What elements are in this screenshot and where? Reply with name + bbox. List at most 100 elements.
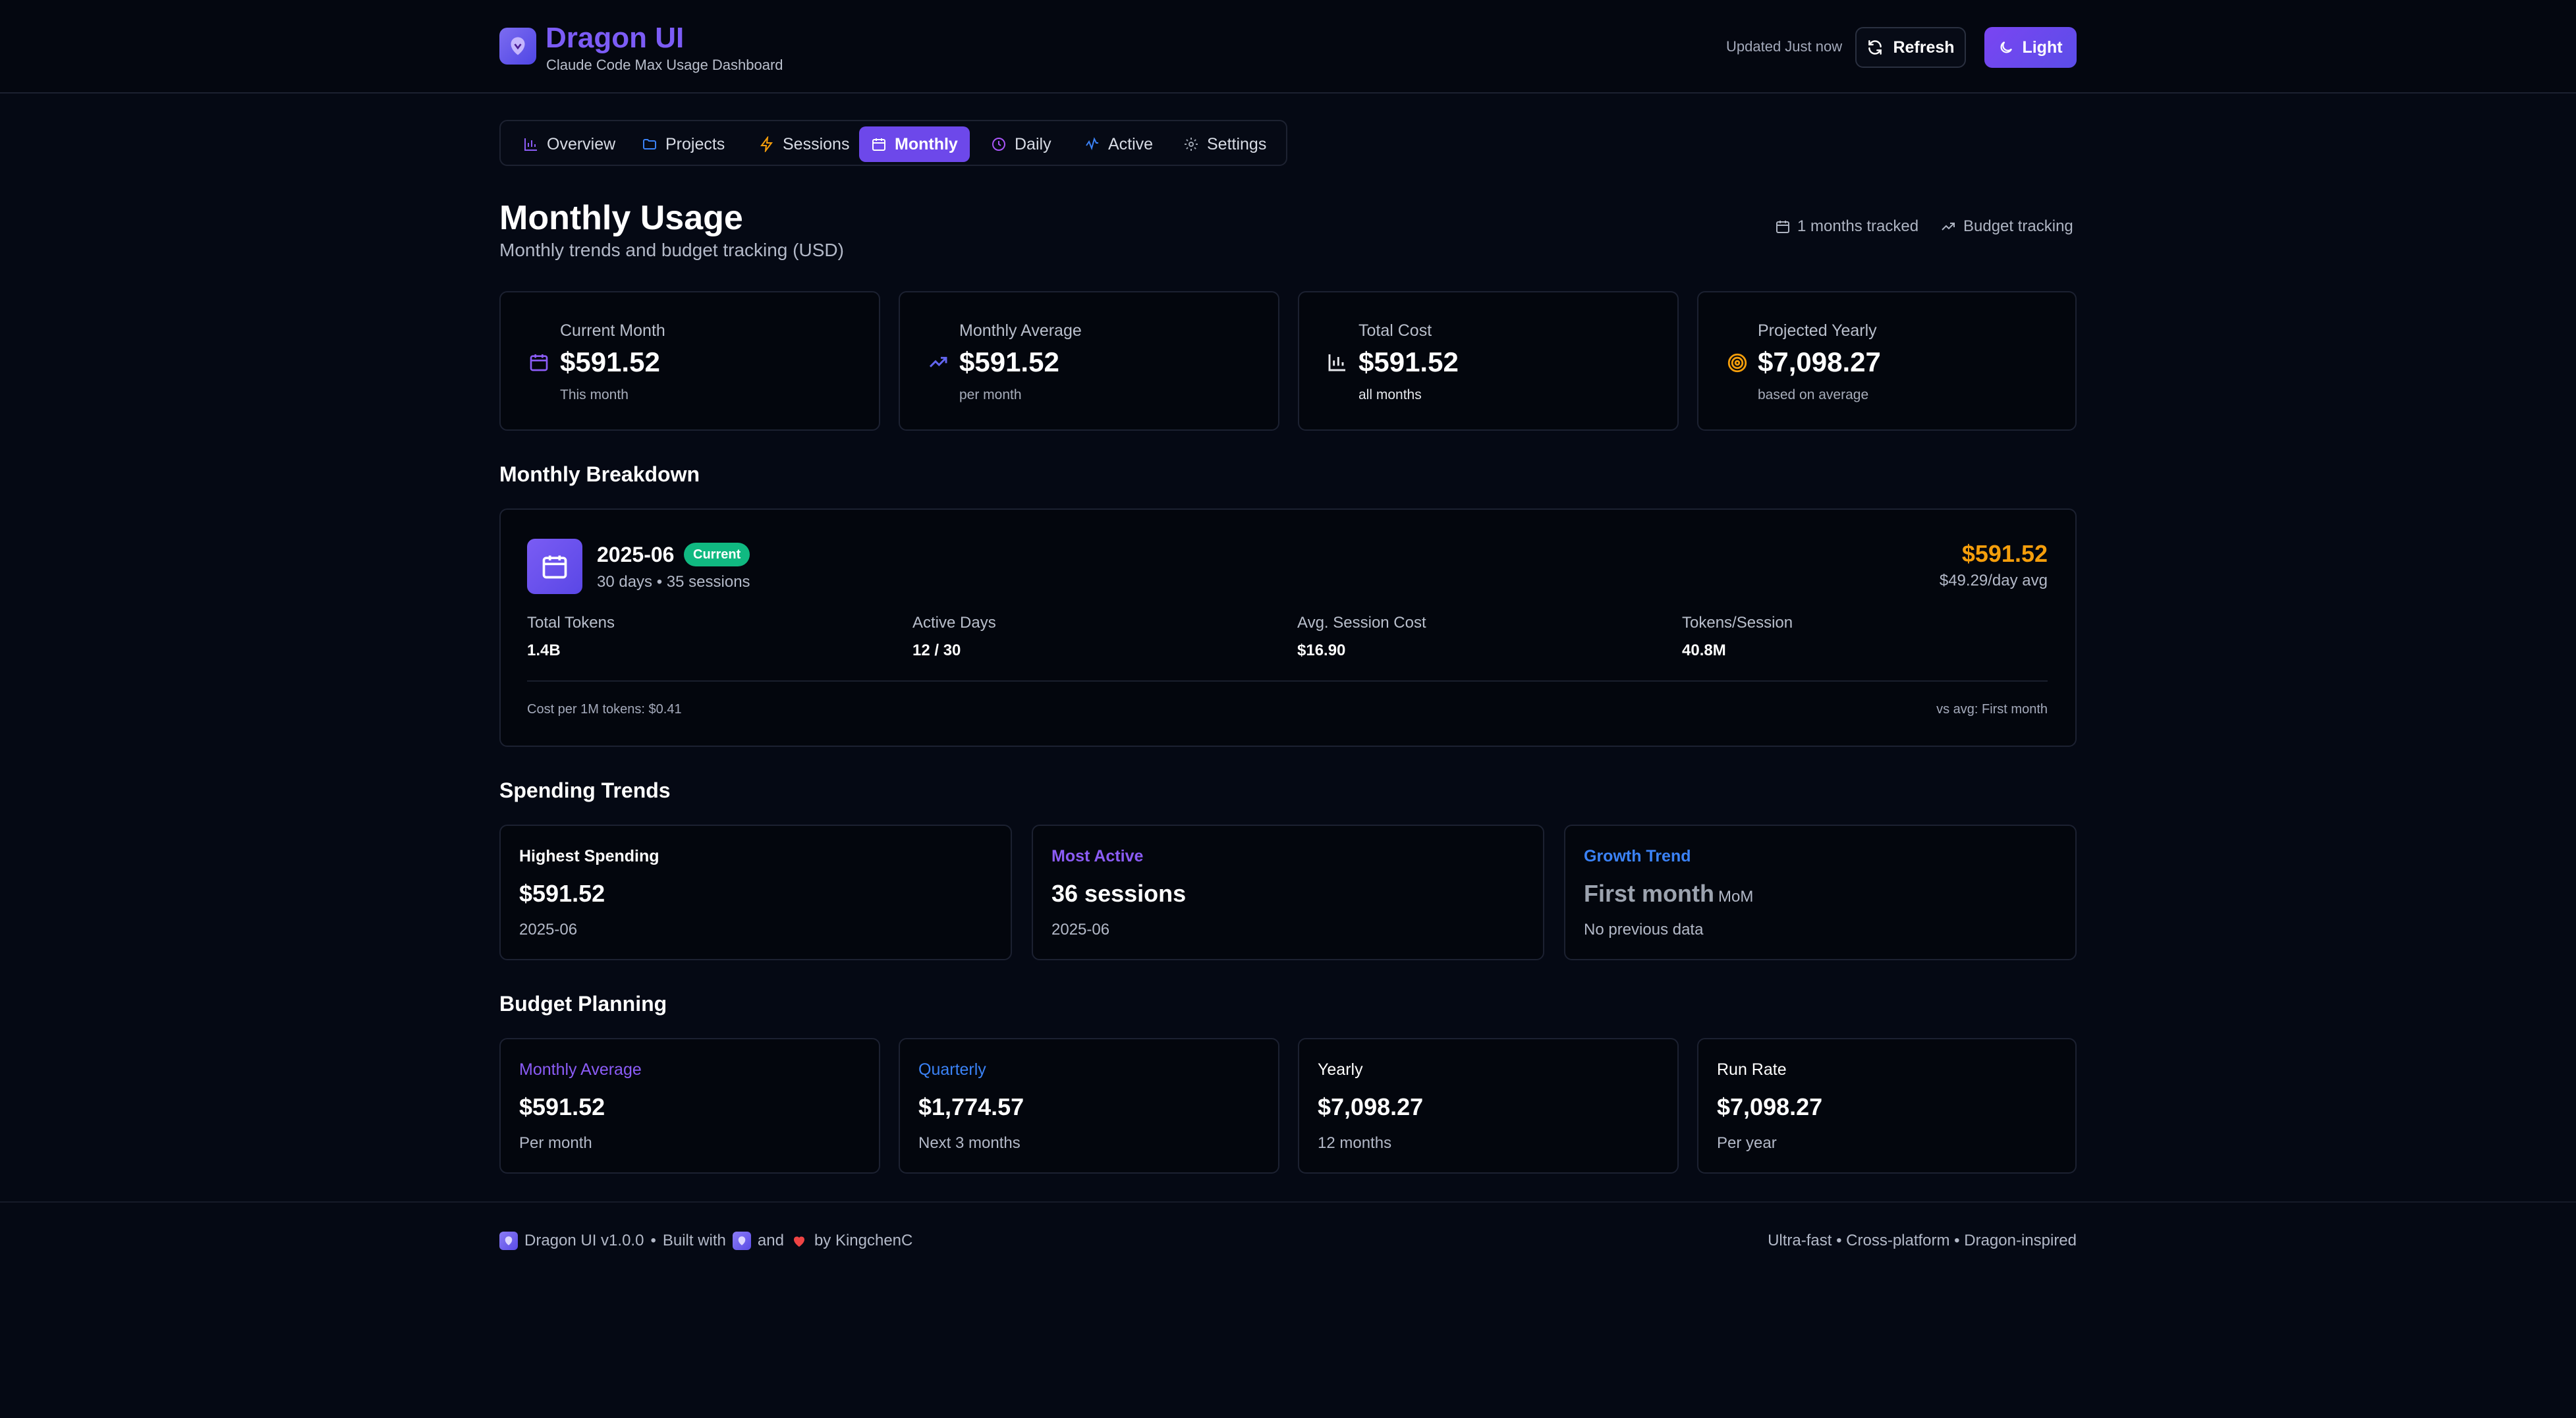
tab-active[interactable]: Active — [1073, 126, 1165, 162]
footer-tagline: Ultra-fast • Cross-platform • Dragon-ins… — [1768, 1232, 2077, 1249]
footer-credits: Dragon UI v1.0.0 • Built with and by Kin… — [499, 1232, 912, 1250]
refresh-label: Refresh — [1893, 38, 1955, 57]
theme-toggle-label: Light — [2022, 38, 2063, 57]
heart-icon — [791, 1233, 808, 1249]
tab-sessions[interactable]: Sessions — [747, 126, 861, 162]
stat-value: $591.52 — [560, 346, 660, 377]
calendar-icon — [527, 539, 582, 594]
bar-chart-icon — [523, 136, 539, 152]
breakdown-cost: $591.52 — [1961, 540, 2048, 567]
footer-author: by KingchenC — [814, 1232, 913, 1249]
budget-label: Quarterly — [918, 1060, 986, 1079]
lightning-icon — [759, 136, 775, 152]
tab-label: Settings — [1207, 134, 1267, 153]
tab-daily[interactable]: Daily — [979, 126, 1063, 162]
tab-label: Overview — [547, 134, 616, 153]
dragon-logo-icon — [732, 1232, 751, 1250]
trending-up-icon — [926, 352, 950, 373]
budget-card-run-rate: Run Rate $7,098.27 Per year — [1697, 1038, 2077, 1174]
updated-status: Updated Just now — [1726, 38, 1843, 55]
section-title-breakdown: Monthly Breakdown — [499, 462, 700, 486]
budget-label: Yearly — [1318, 1060, 1363, 1079]
metric-value: 40.8M — [1682, 641, 1726, 659]
breakdown-daily-avg: $49.29/day avg — [1939, 572, 2048, 589]
budget-tracking: Budget tracking — [1940, 217, 2073, 236]
stat-foot: per month — [959, 387, 1022, 402]
budget-sub: Per month — [519, 1134, 592, 1152]
gear-icon — [1183, 136, 1199, 152]
cost-per-million-tokens: Cost per 1M tokens: $0.41 — [527, 702, 682, 717]
stat-label: Current Month — [560, 321, 665, 340]
stat-label: Projected Yearly — [1758, 321, 1877, 340]
tab-label: Projects — [665, 134, 725, 153]
tab-monthly[interactable]: Monthly — [859, 126, 970, 162]
tab-label: Daily — [1015, 134, 1051, 153]
brand-title: Dragon UI — [546, 22, 685, 54]
trend-value: First month — [1584, 880, 1714, 907]
bar-chart-icon — [1327, 352, 1348, 373]
breakdown-summary: 30 days • 35 sessions — [597, 573, 750, 591]
metric-value: 1.4B — [527, 641, 561, 659]
metric-label: Avg. Session Cost — [1297, 614, 1426, 632]
metric-label: Active Days — [912, 614, 996, 632]
tab-label: Monthly — [895, 134, 958, 153]
metric-value: $16.90 — [1297, 641, 1346, 659]
target-icon — [1726, 352, 1749, 374]
trend-sub: 2025-06 — [1051, 921, 1110, 939]
dragon-logo-icon — [499, 28, 536, 65]
folder-icon — [642, 136, 658, 152]
budget-value: $591.52 — [519, 1093, 605, 1120]
app-header: Dragon UI Claude Code Max Usage Dashboar… — [0, 0, 2576, 94]
section-title-trends: Spending Trends — [499, 778, 671, 802]
trend-value: $591.52 — [519, 880, 605, 907]
stat-value: $591.52 — [1358, 346, 1459, 377]
tab-bar: Overview Projects Sessions Monthly Daily… — [499, 120, 1287, 166]
tab-settings[interactable]: Settings — [1171, 126, 1278, 162]
brand-tagline: Claude Code Max Usage Dashboard — [546, 57, 783, 73]
trend-label: Growth Trend — [1584, 847, 1691, 865]
tab-projects[interactable]: Projects — [630, 126, 737, 162]
metric-label: Tokens/Session — [1682, 614, 1793, 632]
metric-label: Total Tokens — [527, 614, 615, 632]
clock-icon — [991, 136, 1007, 152]
budget-label: Run Rate — [1717, 1060, 1787, 1079]
tab-overview[interactable]: Overview — [511, 126, 627, 162]
trend-card-most-active: Most Active 36 sessions 2025-06 — [1032, 825, 1544, 960]
footer-version: Dragon UI v1.0.0 — [524, 1232, 644, 1249]
metric-value: 12 / 30 — [912, 641, 961, 659]
refresh-button[interactable]: Refresh — [1855, 27, 1966, 68]
activity-icon — [1084, 136, 1100, 152]
trend-card-highest-spending: Highest Spending $591.52 2025-06 — [499, 825, 1012, 960]
budget-card-yearly: Yearly $7,098.27 12 months — [1298, 1038, 1679, 1174]
theme-toggle-button[interactable]: Light — [1984, 27, 2077, 68]
trend-value: 36 sessions — [1051, 880, 1187, 907]
footer-divider — [0, 1201, 2576, 1203]
page-title: Monthly Usage — [499, 199, 743, 237]
trend-sub: No previous data — [1584, 921, 1704, 939]
stat-foot: based on average — [1758, 387, 1869, 402]
budget-value: $1,774.57 — [918, 1093, 1024, 1120]
page-subtitle: Monthly trends and budget tracking (USD) — [499, 240, 844, 260]
budget-card-monthly-average: Monthly Average $591.52 Per month — [499, 1038, 880, 1174]
budget-card-quarterly: Quarterly $1,774.57 Next 3 months — [899, 1038, 1279, 1174]
tab-label: Active — [1108, 134, 1154, 153]
stat-value: $7,098.27 — [1758, 346, 1881, 377]
stat-label: Monthly Average — [959, 321, 1082, 340]
stat-value: $591.52 — [959, 346, 1059, 377]
budget-sub: Next 3 months — [918, 1134, 1021, 1152]
months-tracked-label: 1 months tracked — [1797, 217, 1919, 235]
budget-value: $7,098.27 — [1717, 1093, 1823, 1120]
stat-card-total-cost: Total Cost $591.52 all months — [1298, 291, 1679, 431]
stat-foot: all months — [1358, 387, 1422, 402]
trending-up-icon — [1940, 219, 1957, 234]
section-title-budget: Budget Planning — [499, 992, 667, 1016]
stat-card-monthly-average: Monthly Average $591.52 per month — [899, 291, 1279, 431]
trend-label: Highest Spending — [519, 847, 659, 865]
calendar-icon — [871, 136, 887, 152]
budget-sub: 12 months — [1318, 1134, 1392, 1152]
stat-foot: This month — [560, 387, 629, 402]
vs-average: vs avg: First month — [1936, 702, 2048, 717]
current-badge: Current — [684, 543, 750, 566]
stat-label: Total Cost — [1358, 321, 1432, 340]
tab-label: Sessions — [783, 134, 850, 153]
